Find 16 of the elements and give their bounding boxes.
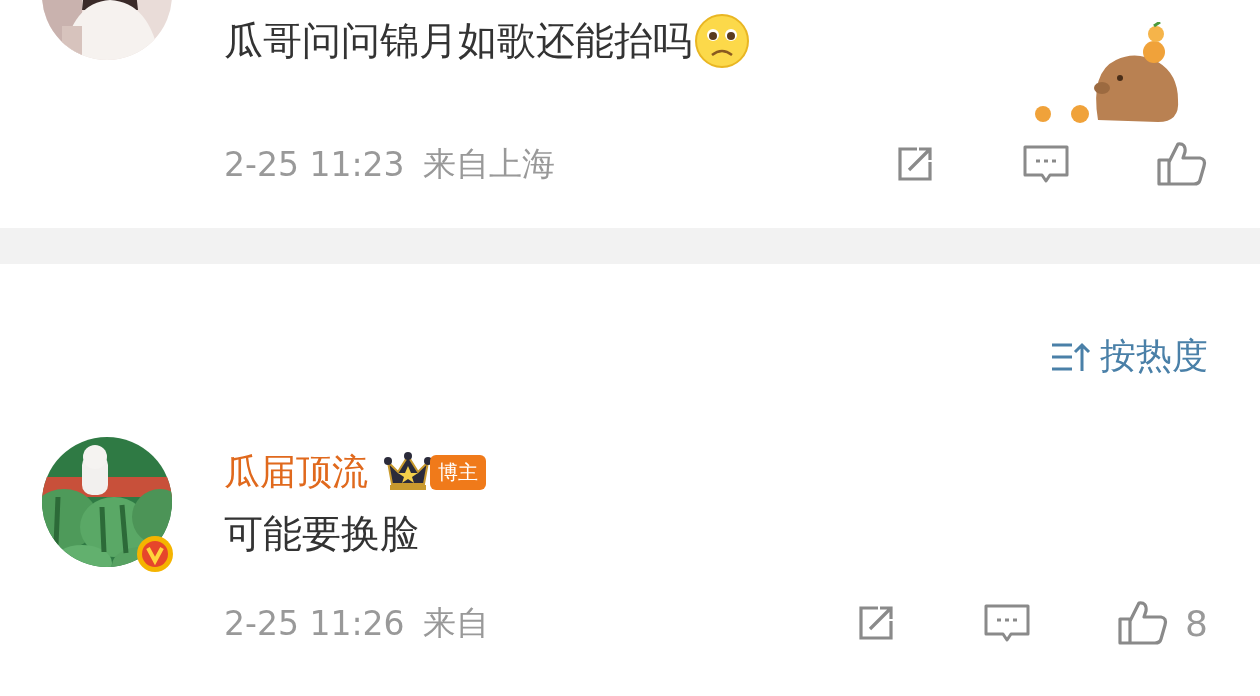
thumbs-up-icon[interactable] <box>1156 140 1208 188</box>
comment-text: 可能要换脸 <box>224 510 419 558</box>
crown-icon <box>384 452 432 492</box>
sort-button[interactable]: 按热度 <box>1050 332 1208 381</box>
timestamp: 2-25 11:23 <box>224 144 405 184</box>
thumbs-up-icon[interactable] <box>1117 599 1170 647</box>
timestamp: 2-25 11:26 <box>224 603 405 643</box>
like-count: 8 <box>1185 602 1208 644</box>
location-text: 来自上海 <box>422 142 555 185</box>
comment-icon[interactable] <box>983 602 1032 644</box>
comment-text: 瓜哥问问锦月如歌还能抬吗 <box>224 17 692 65</box>
role-tag: 博主 <box>430 454 486 490</box>
comment-icon[interactable] <box>1022 143 1070 185</box>
sort-icon <box>1050 340 1092 373</box>
username[interactable]: 瓜届顶流 <box>224 447 368 497</box>
location-text: 来自 <box>422 601 489 644</box>
